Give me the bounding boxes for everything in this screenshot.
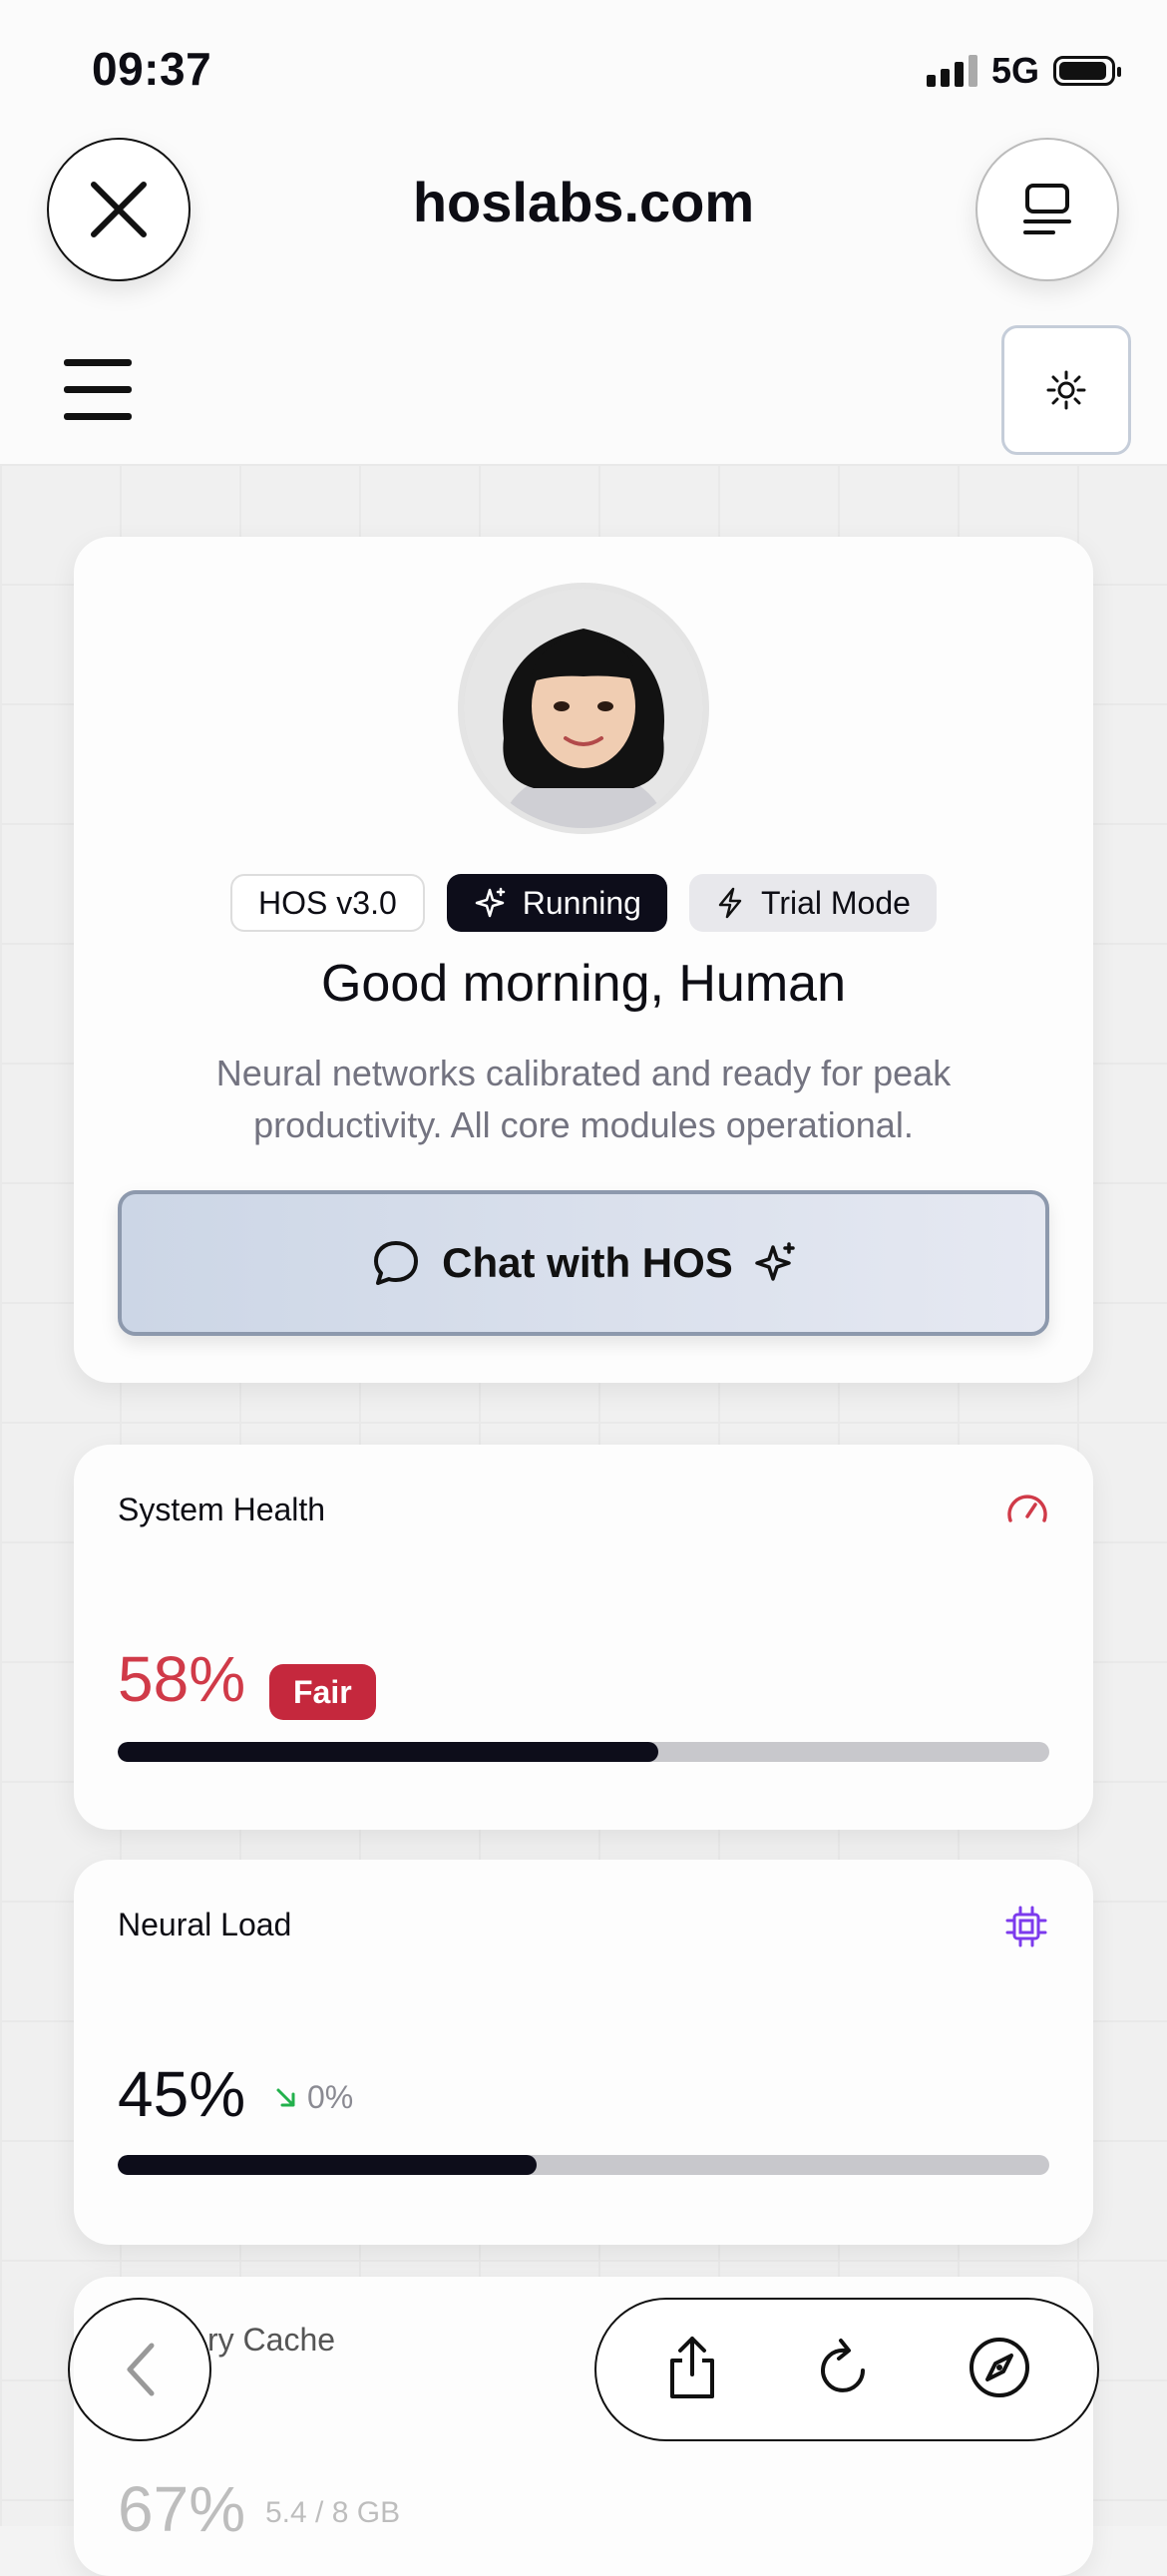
running-label: Running — [522, 884, 641, 921]
memory-cache-detail: 5.4 / 8 GB — [265, 2496, 401, 2529]
cpu-chip-icon — [1005, 1906, 1047, 1952]
avatar — [458, 583, 709, 834]
signal-icon — [926, 55, 977, 87]
reader-icon — [1023, 184, 1071, 234]
status-description: Neural networks calibrated and ready for… — [215, 1053, 952, 1145]
version-label: HOS v3.0 — [258, 884, 397, 921]
chevron-left-icon — [127, 2343, 155, 2396]
reload-button[interactable] — [815, 2337, 875, 2403]
menu-button[interactable] — [64, 359, 132, 420]
status-badges: HOS v3.0 Running Trial Mode — [0, 874, 1167, 932]
lightning-icon — [718, 887, 742, 919]
chat-bubble-icon — [374, 1241, 419, 1285]
sparkles-icon — [475, 887, 506, 918]
health-status-badge: Fair — [269, 1664, 376, 1720]
status-time: 09:37 — [92, 43, 212, 95]
system-health-value: 58% — [118, 1643, 246, 1715]
memory-cache-value: 67% — [118, 2473, 246, 2545]
neural-load-trend: 0% — [273, 2079, 353, 2116]
compass-button[interactable] — [968, 2336, 1031, 2404]
system-health-progress — [118, 1742, 1049, 1762]
running-badge: Running — [446, 874, 667, 932]
gauge-icon — [1005, 1491, 1049, 1531]
share-icon — [670, 2336, 715, 2398]
neural-load-value: 45% — [118, 2058, 246, 2130]
chat-button-label: Chat with HOS — [442, 1239, 733, 1286]
version-badge: HOS v3.0 — [230, 874, 425, 932]
browser-toolbar — [594, 2298, 1099, 2441]
neural-load-trend-value: 0% — [307, 2079, 354, 2115]
battery-icon — [1053, 56, 1121, 86]
memory-cache-title: ry Cache — [207, 2322, 336, 2358]
trend-down-icon — [276, 2088, 295, 2106]
tab-overview-button[interactable] — [975, 138, 1119, 281]
trial-label: Trial Mode — [760, 884, 911, 921]
sparkles-icon — [755, 1242, 795, 1281]
reload-icon — [820, 2338, 865, 2392]
sun-icon — [1046, 370, 1086, 410]
status-indicators: 5G — [926, 50, 1121, 92]
theme-toggle-button[interactable] — [1001, 325, 1131, 455]
compass-icon — [969, 2337, 1029, 2397]
greeting-heading: Good morning, Human — [320, 955, 847, 1013]
back-button[interactable] — [68, 2298, 211, 2441]
neural-load-title: Neural Load — [118, 1907, 292, 1942]
avatar-portrait — [464, 589, 703, 828]
chat-with-hos-button[interactable]: Chat with HOS — [118, 1190, 1049, 1336]
neural-load-progress — [118, 2155, 1049, 2175]
system-health-title: System Health — [118, 1492, 326, 1527]
trial-badge: Trial Mode — [688, 874, 937, 932]
neural-load-progress-fill — [118, 2155, 538, 2175]
system-health-progress-fill — [118, 1742, 658, 1762]
network-type: 5G — [990, 50, 1039, 91]
share-button[interactable] — [662, 2335, 722, 2405]
